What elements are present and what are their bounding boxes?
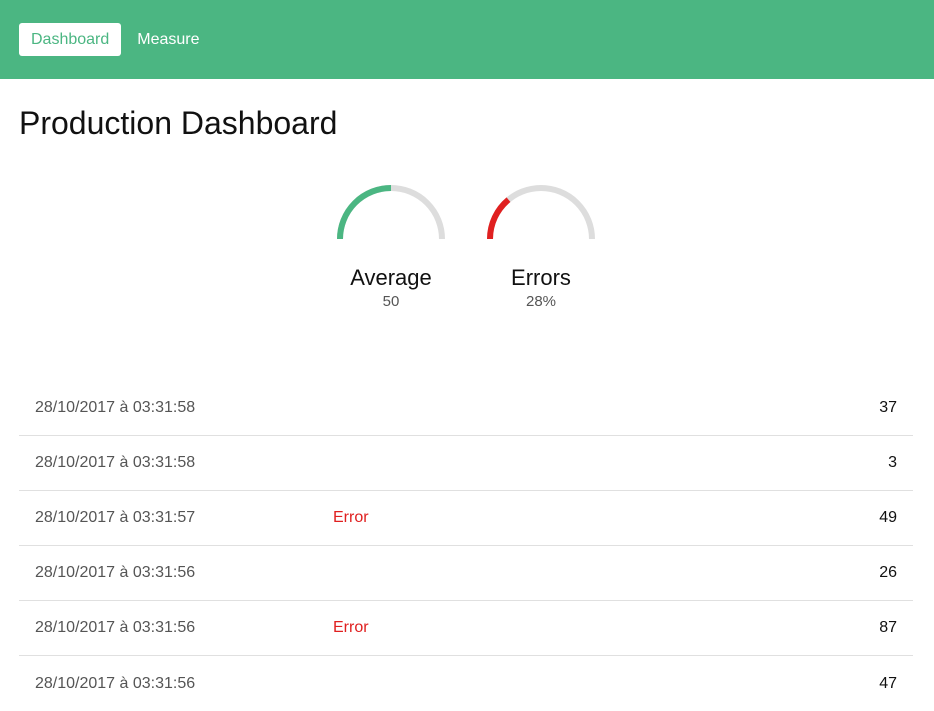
average-gauge-chart xyxy=(337,185,445,240)
measure-value: 26 xyxy=(879,564,897,581)
errors-gauge-fill xyxy=(487,197,511,240)
measure-value: 49 xyxy=(879,509,897,526)
measure-date: 28/10/2017 à 03:31:58 xyxy=(35,454,196,471)
errors-gauge-chart xyxy=(487,185,595,240)
measure-list: 28/10/2017 à 03:31:58 37 28/10/2017 à 03… xyxy=(19,381,913,711)
measure-value: 3 xyxy=(888,454,897,471)
measure-date: 28/10/2017 à 03:31:56 xyxy=(35,619,196,636)
average-gauge-fill xyxy=(337,185,392,240)
page-title: Production Dashboard xyxy=(19,105,338,141)
measure-row[interactable]: 28/10/2017 à 03:31:57 Error 49 xyxy=(19,491,913,546)
measure-row[interactable]: 28/10/2017 à 03:31:58 3 xyxy=(19,436,913,491)
measure-value: 47 xyxy=(879,674,897,692)
errors-gauge: Errors 28% xyxy=(476,180,606,311)
measure-date: 28/10/2017 à 03:31:56 xyxy=(35,564,196,581)
measure-status: Error xyxy=(333,509,369,526)
measure-row[interactable]: 28/10/2017 à 03:31:56 26 xyxy=(19,546,913,601)
measure-date: 28/10/2017 à 03:31:56 xyxy=(35,674,196,692)
average-gauge-label: Average xyxy=(350,265,432,290)
errors-gauge-track xyxy=(487,185,595,240)
nav-measure-link[interactable]: Measure xyxy=(125,23,211,56)
top-navbar: Dashboard Measure xyxy=(0,0,934,79)
errors-gauge-value: 28% xyxy=(525,293,557,310)
nav-dashboard-link[interactable]: Dashboard xyxy=(19,23,122,56)
measure-date: 28/10/2017 à 03:31:58 xyxy=(35,399,196,416)
measure-status: Error xyxy=(333,619,369,636)
errors-gauge-label: Errors xyxy=(511,265,571,290)
measure-value: 37 xyxy=(879,399,897,416)
average-gauge-value: 50 xyxy=(382,293,400,310)
measure-value: 87 xyxy=(879,619,897,636)
measure-date: 28/10/2017 à 03:31:57 xyxy=(35,509,196,526)
average-gauge: Average 50 xyxy=(326,180,456,311)
gauges-panel: Average 50 Errors 28% xyxy=(0,180,934,320)
measure-row[interactable]: 28/10/2017 à 03:31:58 37 xyxy=(19,381,913,436)
measure-row[interactable]: 28/10/2017 à 03:31:56 47 xyxy=(19,656,913,711)
average-gauge-track xyxy=(337,185,445,240)
measure-row[interactable]: 28/10/2017 à 03:31:56 Error 87 xyxy=(19,601,913,656)
